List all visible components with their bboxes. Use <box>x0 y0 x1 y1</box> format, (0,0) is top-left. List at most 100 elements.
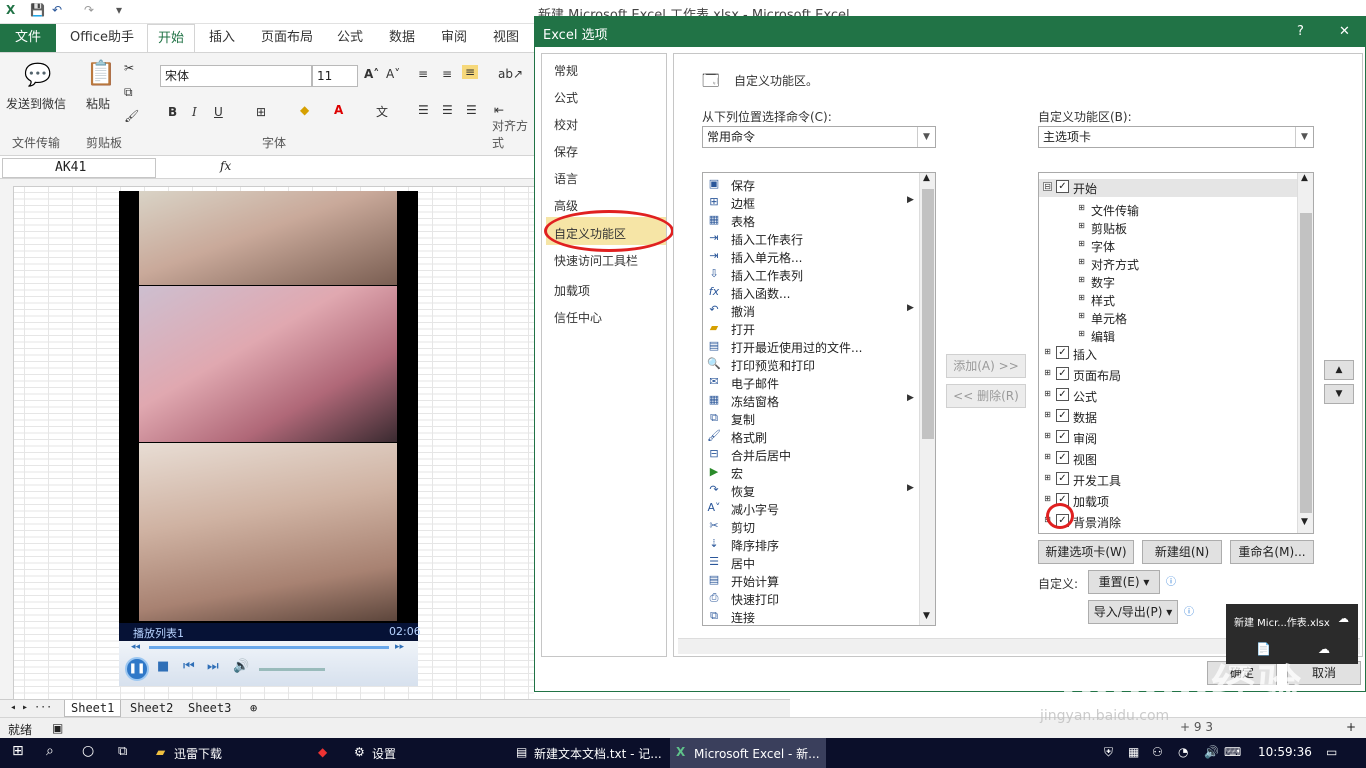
ribbon-tabs-tree[interactable]: ⊟ ✓ 开始 ⊞ 文件传输 ⊞ 剪贴板 ⊞ 字体 ⊞ 对齐方式 ⊞ 数字 ⊞ 样式 ⊞ 单元格 ⊞… <box>1038 172 1314 534</box>
paste-button[interactable]: 粘贴 <box>86 95 110 112</box>
taskbar-item-xunlei[interactable]: 迅雷下载 <box>174 745 222 762</box>
tree-scrollbar[interactable]: ▲ ▼ <box>1297 173 1313 533</box>
sheet-nav-icon[interactable]: ◂ ▸ ··· <box>4 700 58 717</box>
format-painter-icon[interactable]: 🖌 <box>124 109 139 123</box>
import-export-button[interactable]: 导入/导出(P) ▾ <box>1088 600 1178 624</box>
chevron-down-icon[interactable]: ▼ <box>1301 517 1308 527</box>
seek-back-icon[interactable]: ◂◂ <box>131 642 140 652</box>
list-item[interactable]: A˅ 减小字号 <box>705 499 915 517</box>
tree-item-insert[interactable]: ⊞ ✓ 插入 <box>1039 345 1297 363</box>
checkbox-checked[interactable]: ✓ <box>1056 430 1069 443</box>
taskbar-active-excel[interactable]: X Microsoft Excel - 新... <box>670 738 826 768</box>
copy-icon[interactable]: ⧉ <box>124 85 133 100</box>
tree-item-view[interactable]: ⊞ ✓ 视图 <box>1039 450 1297 468</box>
list-item[interactable]: ▣ 保存 <box>705 175 915 193</box>
checkbox-checked[interactable]: ✓ <box>1056 409 1069 422</box>
wifi-icon[interactable]: ◔ <box>1178 745 1188 759</box>
list-item[interactable]: ⊞ 边框 ▶ <box>705 193 915 211</box>
tree-item-formulas[interactable]: ⊞ ✓ 公式 <box>1039 387 1297 405</box>
align-center-icon[interactable]: ☰ <box>442 103 453 117</box>
network-icon[interactable]: ▦ <box>1128 745 1139 759</box>
shield-icon[interactable]: ⛨ <box>1104 745 1113 760</box>
tree-item-group[interactable]: ⊞ 编辑 <box>1039 327 1297 345</box>
chevron-down-icon[interactable]: ▼ <box>923 611 930 621</box>
list-item[interactable]: ▦ 表格 <box>705 211 915 229</box>
action-center-icon[interactable]: ▭ <box>1326 745 1337 759</box>
customize-ribbon-select[interactable]: 主选项卡 ▼ <box>1038 126 1314 148</box>
nav-item-advanced[interactable]: 高级 <box>554 197 578 214</box>
sheet-tab-3[interactable]: Sheet3 <box>182 700 237 717</box>
font-name-select[interactable]: 宋体 <box>160 65 312 87</box>
volume-icon[interactable]: 🔊 <box>1204 745 1219 759</box>
checkbox-checked[interactable]: ✓ <box>1056 367 1069 380</box>
align-top-icon[interactable]: ≡ <box>418 67 428 81</box>
chevron-up-icon[interactable]: ▲ <box>923 173 930 183</box>
zoom-in-icon[interactable]: + <box>1346 720 1356 734</box>
close-icon[interactable]: ✕ <box>1339 24 1350 39</box>
expand-icon[interactable]: ⊞ <box>1043 474 1052 483</box>
stop-icon[interactable]: ■ <box>157 659 169 674</box>
phonetic-icon[interactable]: 文 <box>376 103 388 120</box>
redo-icon[interactable]: ↷ <box>84 3 94 17</box>
undo-icon[interactable]: ↶ <box>52 3 62 17</box>
expand-icon[interactable]: ⊞ <box>1077 276 1086 285</box>
cortana-icon[interactable]: ○ <box>82 743 94 759</box>
nav-item-save[interactable]: 保存 <box>554 143 578 160</box>
wechat-icon[interactable]: 💬 <box>24 63 51 88</box>
list-item[interactable]: 🔍 打印预览和打印 <box>705 355 915 373</box>
nav-item-formulas[interactable]: 公式 <box>554 89 578 106</box>
font-color-icon[interactable]: A <box>334 103 343 117</box>
tab-view[interactable]: 视图 <box>484 24 528 52</box>
customize-qat-icon[interactable]: ▾ <box>116 3 122 17</box>
tab-formulas[interactable]: 公式 <box>328 24 372 52</box>
windows-start-icon[interactable]: ⊞ <box>12 743 24 759</box>
rename-button[interactable]: 重命名(M)... <box>1230 540 1314 564</box>
cloud-sync-icon[interactable]: ☁ <box>1318 642 1330 656</box>
checkbox-checked[interactable]: ✓ <box>1056 451 1069 464</box>
tree-item-page-layout[interactable]: ⊞ ✓ 页面布局 <box>1039 366 1297 384</box>
chevron-up-icon[interactable]: ▲ <box>1301 173 1308 183</box>
border-icon[interactable]: ⊞ <box>256 105 266 119</box>
tree-item-developer[interactable]: ⊞ ✓ 开发工具 <box>1039 471 1297 489</box>
playlist-label[interactable]: 播放列表1 <box>133 625 184 641</box>
taskbar-item-notepad[interactable]: 新建文本文档.txt - 记... <box>534 745 662 762</box>
volume-slider[interactable] <box>259 668 325 671</box>
expand-icon[interactable]: ⊞ <box>1043 453 1052 462</box>
list-item[interactable]: ⇣ 降序排序 <box>705 535 915 553</box>
send-wechat-button[interactable]: 发送到微信 <box>6 95 66 112</box>
tab-office-assistant[interactable]: Office助手 <box>62 24 142 52</box>
cloud-icon[interactable]: ☁ <box>1338 612 1349 625</box>
pause-button[interactable]: ❚❚ <box>125 657 149 681</box>
list-item[interactable]: ☰ 居中 <box>705 553 915 571</box>
choose-commands-select[interactable]: 常用命令 ▼ <box>702 126 936 148</box>
name-box[interactable]: AK41 <box>2 158 156 178</box>
expand-icon[interactable]: ⊞ <box>1043 495 1052 504</box>
list-item[interactable]: ▤ 开始计算 <box>705 571 915 589</box>
tree-item-add-ins[interactable]: ⊞ ✓ 加载项 <box>1039 492 1297 510</box>
save-icon[interactable]: 💾 <box>30 3 45 17</box>
list-item[interactable]: ⧉ 连接 <box>705 607 915 625</box>
list-item[interactable]: ▤ 打开最近使用过的文件... <box>705 337 915 355</box>
seek-forward-icon[interactable]: ▸▸ <box>395 642 404 652</box>
align-bottom-icon[interactable]: ≡ <box>462 65 479 79</box>
tree-item-data[interactable]: ⊞ ✓ 数据 <box>1039 408 1297 426</box>
macro-record-icon[interactable]: ▣ <box>52 721 63 735</box>
people-icon[interactable]: ⚇ <box>1152 745 1163 759</box>
expand-icon[interactable]: ⊞ <box>1077 204 1086 213</box>
expand-icon[interactable]: ⊞ <box>1077 240 1086 249</box>
checkbox-checked[interactable]: ✓ <box>1056 346 1069 359</box>
expand-icon[interactable]: ⊞ <box>1077 330 1086 339</box>
commands-scrollbar[interactable]: ▲ ▼ <box>919 173 935 625</box>
cut-icon[interactable]: ✂ <box>124 61 134 75</box>
reset-button[interactable]: 重置(E) ▾ <box>1088 570 1160 594</box>
scroll-thumb[interactable] <box>922 189 934 439</box>
list-item[interactable]: ✂ 剪切 <box>705 517 915 535</box>
nav-item-language[interactable]: 语言 <box>554 170 578 187</box>
notepad-icon[interactable]: ▤ <box>516 745 527 759</box>
volume-icon[interactable]: 🔊 <box>233 659 249 674</box>
align-right-icon[interactable]: ☰ <box>466 103 477 117</box>
nav-item-general[interactable]: 常规 <box>554 62 578 79</box>
nav-item-trust-center[interactable]: 信任中心 <box>554 309 602 326</box>
align-middle-icon[interactable]: ≡ <box>442 67 452 81</box>
shrink-font-icon[interactable]: A˅ <box>386 67 400 81</box>
